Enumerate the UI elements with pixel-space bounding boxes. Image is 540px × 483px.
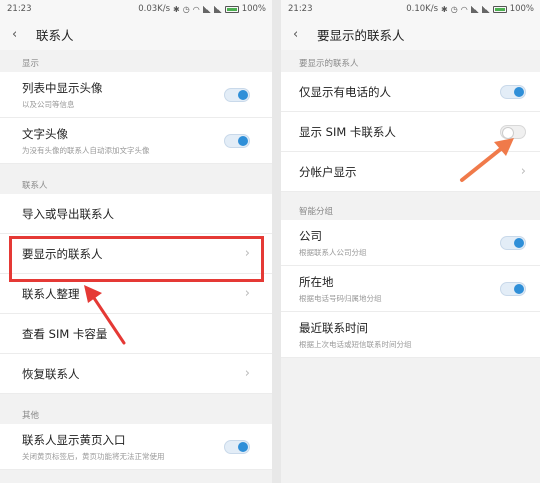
- menu-label: 要显示的联系人: [22, 246, 103, 261]
- contacts-to-display-item[interactable]: 要显示的联系人 ›: [0, 234, 272, 274]
- chevron-right-icon: ›: [244, 366, 250, 381]
- setting-label: 所在地: [299, 274, 334, 289]
- account-display-item[interactable]: 分帐户显示 ›: [281, 152, 540, 192]
- phone-only-toggle[interactable]: [500, 84, 526, 99]
- battery-icon: [492, 5, 507, 13]
- bluetooth-icon: ✱: [173, 4, 180, 14]
- import-export-item[interactable]: 导入或导出联系人: [0, 194, 272, 234]
- contacts-to-display-screen: 21:23 0.10K/s ✱ ◷ ◠ 100% ‹ 要显示的联系人 要显示的联…: [281, 0, 540, 483]
- status-bar: 21:23 0.10K/s ✱ ◷ ◠ 100%: [281, 0, 540, 18]
- location-group-toggle[interactable]: [500, 281, 526, 296]
- company-group-toggle[interactable]: [500, 235, 526, 250]
- setting-description: 根据电话号码归属地分组: [299, 293, 382, 303]
- text-avatar-setting[interactable]: 文字头像 为没有头像的联系人自动添加文字头像: [0, 118, 272, 164]
- page-title: 联系人: [36, 27, 74, 43]
- setting-description: 根据联系人公司分组: [299, 247, 367, 257]
- battery-level: 100%: [509, 4, 534, 14]
- phone-only-setting[interactable]: 仅显示有电话的人: [281, 72, 540, 112]
- sim-contacts-setting[interactable]: 显示 SIM 卡联系人: [281, 112, 540, 152]
- sim-capacity-item[interactable]: 查看 SIM 卡容量: [0, 314, 272, 354]
- setting-label: 公司: [299, 228, 322, 243]
- back-arrow-icon[interactable]: ‹: [12, 27, 26, 42]
- wifi-icon: ◠: [460, 4, 468, 14]
- setting-description: 关闭黄页标签后，黄页功能将无法正常使用: [22, 451, 165, 461]
- battery-level: 100%: [241, 4, 266, 14]
- alarm-icon: ◷: [182, 4, 190, 14]
- section-header-smart-groups: 智能分组: [299, 207, 334, 217]
- company-group-setting[interactable]: 公司 根据联系人公司分组: [281, 220, 540, 266]
- signal-icon: [202, 5, 211, 13]
- network-speed: 0.03K/s: [138, 4, 171, 14]
- section-header-contacts: 联系人: [22, 181, 48, 191]
- section-header-display: 显示: [22, 59, 40, 69]
- setting-description: 以及公司等信息: [22, 99, 75, 109]
- restore-contacts-item[interactable]: 恢复联系人 ›: [0, 354, 272, 394]
- bluetooth-icon: ✱: [441, 4, 448, 14]
- setting-description: 根据上次电话或短信联系时间分组: [299, 339, 412, 349]
- status-time: 21:23: [7, 4, 32, 14]
- signal-icon: [470, 5, 479, 13]
- menu-label: 恢复联系人: [22, 366, 80, 381]
- chevron-right-icon: ›: [244, 246, 250, 261]
- menu-label: 导入或导出联系人: [22, 206, 114, 221]
- battery-icon: [224, 5, 239, 13]
- setting-label: 最近联系时间: [299, 320, 368, 335]
- location-group-setting[interactable]: 所在地 根据电话号码归属地分组: [281, 266, 540, 312]
- page-title: 要显示的联系人: [317, 27, 405, 43]
- signal-icon: [213, 5, 222, 13]
- alarm-icon: ◷: [450, 4, 458, 14]
- menu-label: 分帐户显示: [299, 164, 357, 179]
- yellow-pages-toggle[interactable]: [224, 439, 250, 454]
- contacts-settings-screen: 21:23 0.03K/s ✱ ◷ ◠ 100% ‹ 联系人 显示 列表中显示头…: [0, 0, 272, 483]
- chevron-right-icon: ›: [244, 286, 250, 301]
- text-avatar-toggle[interactable]: [224, 133, 250, 148]
- title-bar: ‹ 要显示的联系人: [281, 18, 540, 50]
- setting-label: 联系人显示黄页入口: [22, 432, 126, 447]
- sim-contacts-toggle[interactable]: [500, 124, 526, 139]
- setting-label: 显示 SIM 卡联系人: [299, 124, 396, 139]
- wifi-icon: ◠: [192, 4, 200, 14]
- back-arrow-icon[interactable]: ‹: [293, 27, 307, 42]
- chevron-right-icon: ›: [520, 164, 526, 179]
- section-header-other: 其他: [22, 411, 40, 421]
- menu-label: 查看 SIM 卡容量: [22, 326, 108, 341]
- setting-description: 为没有头像的联系人自动添加文字头像: [22, 145, 150, 155]
- signal-icon: [481, 5, 490, 13]
- show-avatar-toggle[interactable]: [224, 87, 250, 102]
- recent-contact-group-item[interactable]: 最近联系时间 根据上次电话或短信联系时间分组: [281, 312, 540, 358]
- status-bar: 21:23 0.03K/s ✱ ◷ ◠ 100%: [0, 0, 272, 18]
- title-bar: ‹ 联系人: [0, 18, 272, 50]
- yellow-pages-setting[interactable]: 联系人显示黄页入口 关闭黄页标签后，黄页功能将无法正常使用: [0, 424, 272, 470]
- setting-label: 仅显示有电话的人: [299, 84, 391, 99]
- menu-label: 联系人整理: [22, 286, 80, 301]
- show-avatar-setting[interactable]: 列表中显示头像 以及公司等信息: [0, 72, 272, 118]
- network-speed: 0.10K/s: [406, 4, 439, 14]
- section-header-display-contacts: 要显示的联系人: [299, 59, 359, 69]
- organize-contacts-item[interactable]: 联系人整理 ›: [0, 274, 272, 314]
- setting-label: 文字头像: [22, 126, 68, 141]
- status-time: 21:23: [288, 4, 313, 14]
- setting-label: 列表中显示头像: [22, 80, 103, 95]
